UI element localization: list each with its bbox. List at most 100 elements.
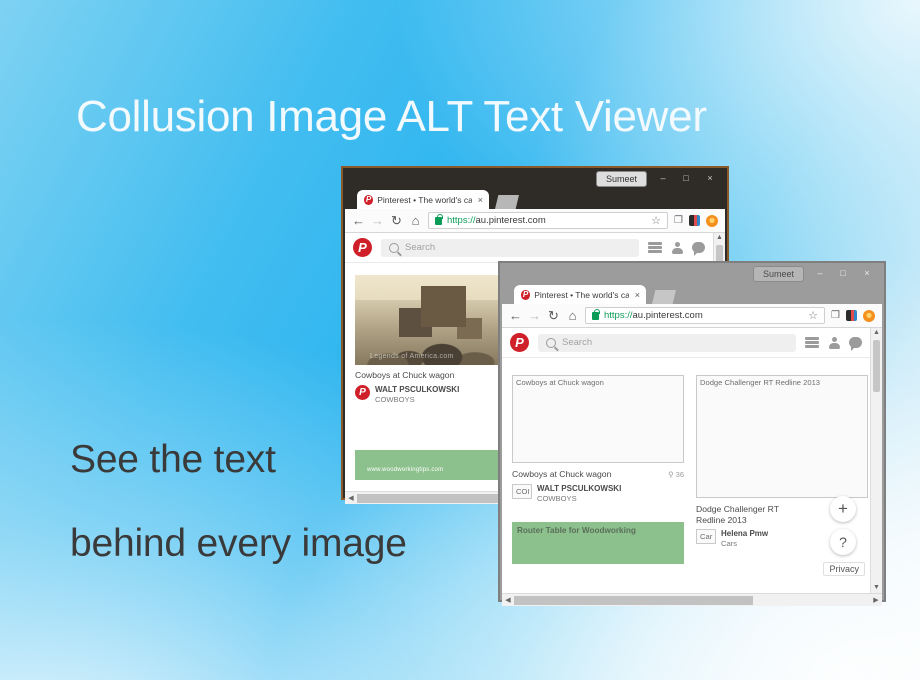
search-icon [546, 337, 556, 348]
horizontal-scroll-thumb[interactable] [514, 595, 753, 605]
pin-card-cowboys-alt[interactable]: Cowboys at Chuck wagon Cowboys at Chuck … [512, 375, 684, 504]
tab-strip[interactable]: P Pinterest • The world's cata × [502, 283, 882, 304]
url-scheme: https:// [447, 215, 476, 226]
horizontal-scroll-track[interactable] [514, 595, 870, 605]
promoted-watermark: www.woodworkingtips.com [367, 467, 444, 473]
collusion-extension-icon[interactable] [846, 310, 857, 321]
photo-watermark: Legends of America.com [370, 352, 454, 360]
forward-icon[interactable]: → [528, 308, 541, 323]
person-icon[interactable] [671, 241, 683, 254]
scroll-down-arrow[interactable]: ▼ [871, 583, 882, 593]
search-placeholder: Search [405, 242, 436, 253]
pinterest-favicon: P [364, 194, 374, 205]
home-icon[interactable]: ⌂ [566, 308, 579, 323]
promoted-card-alt[interactable]: Router Table for Woodworking [512, 522, 684, 564]
hamburger-icon[interactable] [648, 242, 662, 253]
pin-image-cowboys[interactable]: Legends of America.com [355, 275, 505, 365]
promo-tagline-line-1: See the text [70, 438, 276, 481]
vertical-scroll-thumb[interactable] [873, 340, 880, 392]
pin-board: COWBOYS [537, 493, 577, 503]
promoted-card[interactable]: www.woodworkingtips.com [355, 450, 505, 480]
pinterest-logo[interactable]: P [510, 333, 529, 352]
window-titlebar[interactable]: Sumeet – □ × [345, 170, 725, 188]
address-bar[interactable]: https://au.pinterest.com ☆ [428, 212, 669, 229]
collusion-extension-icon[interactable] [689, 215, 700, 226]
orange-extension-icon[interactable] [706, 214, 718, 227]
page-horizontal-scrollbar[interactable]: ◀ ▶ [502, 593, 882, 606]
pin-author-row[interactable]: P WALT PSCULKOWSKI COWBOYS [355, 384, 505, 405]
back-icon[interactable]: ← [509, 308, 522, 323]
alt-text-value: Dodge Challenger RT Redline 2013 [700, 378, 821, 387]
orange-extension-icon[interactable] [863, 309, 875, 322]
search-input[interactable]: Search [381, 238, 639, 257]
privacy-button[interactable]: Privacy [823, 562, 865, 576]
pin-board: COWBOYS [375, 394, 415, 404]
person-icon[interactable] [828, 336, 840, 349]
maximize-button[interactable]: □ [676, 172, 696, 185]
hamburger-icon[interactable] [805, 337, 819, 348]
address-bar-url: https://au.pinterest.com [447, 215, 546, 226]
pin-author: Helena Pmw [721, 529, 769, 539]
scroll-up-arrow[interactable]: ▲ [714, 233, 725, 243]
url-host: au.pinterest.com [632, 310, 703, 321]
header-icons [648, 241, 709, 256]
chat-icon[interactable] [849, 337, 862, 351]
close-button[interactable]: × [700, 172, 720, 185]
maximize-button[interactable]: □ [833, 267, 853, 280]
pin-board: Cars [721, 539, 738, 549]
pinterest-logo[interactable]: P [353, 238, 372, 257]
pin-card-dodge-alt[interactable]: Dodge Challenger RT Redline 2013 Dodge C… [696, 375, 868, 549]
alt-text-image-placeholder: Dodge Challenger RT Redline 2013 [696, 375, 868, 498]
profile-button[interactable]: Sumeet [595, 171, 647, 187]
reload-icon[interactable]: ↻ [390, 213, 403, 229]
promo-tagline-line-2: behind every image [70, 522, 407, 565]
scroll-left-arrow[interactable]: ◀ [345, 494, 357, 502]
tab-title: Pinterest • The world's cata [377, 194, 472, 205]
search-input[interactable]: Search [538, 333, 796, 352]
browser-toolbar[interactable]: ← → ↻ ⌂ https://au.pinterest.com ☆ ❐ [502, 304, 882, 328]
reload-icon[interactable]: ↻ [547, 308, 560, 324]
pin-title: Cowboys at Chuck wagon [355, 370, 455, 380]
tab-pinterest[interactable]: P Pinterest • The world's cata × [514, 285, 646, 304]
scroll-left-arrow[interactable]: ◀ [502, 596, 514, 604]
tab-strip[interactable]: P Pinterest • The world's cata × [345, 188, 725, 209]
add-pin-button[interactable]: + [830, 496, 856, 522]
browser-window-with-alt-viewer[interactable]: Sumeet – □ × P Pinterest • The world's c… [498, 261, 886, 606]
avatar[interactable]: P [355, 384, 370, 400]
chat-icon[interactable] [692, 242, 705, 256]
tab-pinterest[interactable]: P Pinterest • The world's cata × [357, 190, 489, 209]
pin-author: WALT PSCULKOWSKI [537, 483, 622, 493]
tab-close-icon[interactable]: × [478, 195, 483, 205]
window-titlebar[interactable]: Sumeet – □ × [502, 265, 882, 283]
forward-icon[interactable]: → [371, 213, 384, 228]
pin-card-cowboys[interactable]: Legends of America.com Cowboys at Chuck … [355, 275, 505, 405]
header-icons [805, 336, 866, 351]
address-bar[interactable]: https://au.pinterest.com ☆ [585, 307, 826, 324]
back-icon[interactable]: ← [352, 213, 365, 228]
home-icon[interactable]: ⌂ [409, 213, 422, 228]
close-button[interactable]: × [857, 267, 877, 280]
help-button[interactable]: ? [830, 529, 856, 555]
new-tab-button[interactable] [495, 195, 519, 209]
pin-author-row[interactable]: COI WALT PSCULKOWSKI COWBOYS [512, 483, 684, 504]
browser-toolbar[interactable]: ← → ↻ ⌂ https://au.pinterest.com ☆ ❐ [345, 209, 725, 233]
page-vertical-scrollbar[interactable]: ▲ ▼ [870, 328, 882, 593]
address-bar-url: https://au.pinterest.com [604, 310, 703, 321]
tab-title: Pinterest • The world's cata [534, 289, 629, 300]
minimize-button[interactable]: – [810, 267, 830, 280]
pinterest-page-alt-mode: P Search Cowboys at Chuck wagon Cowboys … [502, 328, 882, 593]
pin-icon: ⚲ [668, 469, 674, 479]
profile-button[interactable]: Sumeet [752, 266, 804, 282]
cast-icon[interactable]: ❐ [674, 215, 683, 226]
alt-text-image-placeholder: Cowboys at Chuck wagon [512, 375, 684, 463]
bookmark-star-icon[interactable]: ☆ [651, 214, 661, 227]
scroll-up-arrow[interactable]: ▲ [871, 328, 882, 338]
bookmark-star-icon[interactable]: ☆ [808, 309, 818, 322]
cast-icon[interactable]: ❐ [831, 310, 840, 321]
new-tab-button[interactable] [652, 290, 676, 304]
tab-close-icon[interactable]: × [635, 290, 640, 300]
scroll-right-arrow[interactable]: ▶ [870, 596, 882, 604]
minimize-button[interactable]: – [653, 172, 673, 185]
url-scheme: https:// [604, 310, 633, 321]
pin-count: ⚲ 36 [668, 469, 684, 479]
